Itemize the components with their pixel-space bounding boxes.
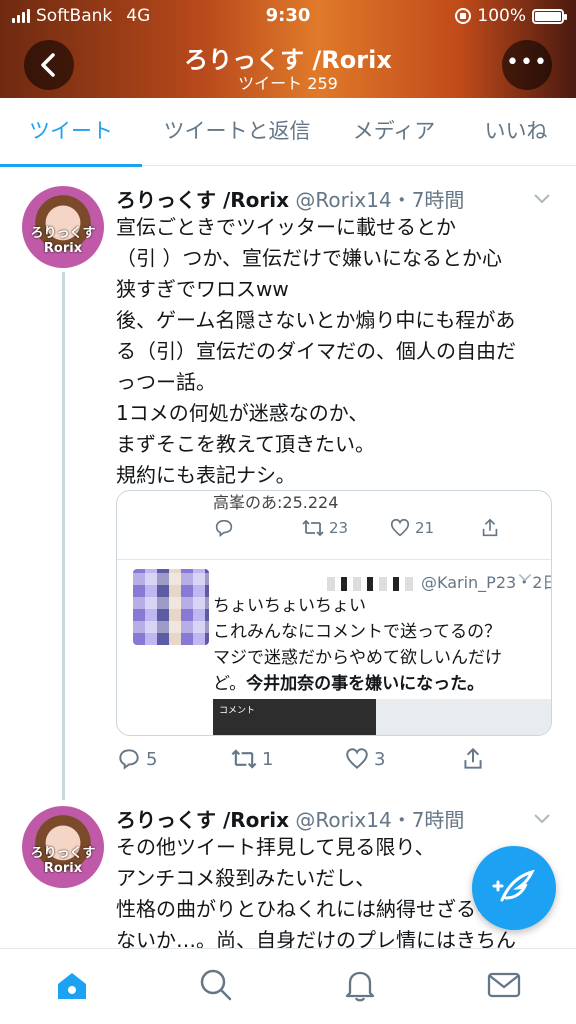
nav-home[interactable] [52,965,92,1005]
quote-retweet: 23 [301,517,348,539]
quoted-chevron [517,569,533,585]
quoted-line: これみんなにコメントで送ってるの？ [213,622,502,642]
quoted-tweet-text: ちょいちょいちょい これみんなにコメントで送ってるの？ マジで迷惑だからやめて欲… [213,593,543,697]
tweet-time: ・7時間 [391,188,465,212]
avatar-text: ろりっくす Rorix [30,846,96,876]
quote-like: 21 [389,517,434,539]
quote-divider [117,559,551,560]
tweet-line: る（引）宣伝だのダイマだの、個人の自由だ [116,339,516,363]
tweet-line: っつー話。 [116,370,216,394]
quote-retweet-count: 23 [329,519,349,537]
chevron-down-icon [518,574,532,582]
tweet-menu-button[interactable] [532,808,552,828]
share-button[interactable] [460,746,486,772]
tweet-author-name[interactable]: ろりっくす /Rorix [116,808,289,832]
tweet-header: ろりっくす /Rorix @Rorix14・7時間 [116,184,464,213]
avatar-text: ろりっくす Rorix [30,226,96,256]
quoted-handle: @Karin_P23 [421,573,517,592]
compose-tweet-button[interactable] [472,846,556,930]
profile-header: SoftBank 4G 9:30 100% ろりっくす /Rorix ツイート … [0,0,576,98]
tweet-line: まずそこを教えて頂きたい。 [116,432,375,456]
avatar[interactable]: ろりっくす Rorix [22,806,104,888]
search-icon [200,969,232,1001]
more-icon: ••• [506,50,548,75]
tab-likes[interactable]: いいね [456,98,576,166]
tweet-author-handle: @Rorix14 [295,808,392,832]
tweet-text: 宣伝ごときでツイッターに載せるとか （引 ）つか、宣伝だけで嫌いになるとか心 狭… [116,212,556,491]
quoted-line: マジで迷惑だからやめて欲しいんだけ [213,648,502,668]
tweet-time: ・7時間 [391,808,465,832]
tweet-line: 宣伝ごときでツイッターに載せるとか [116,215,456,239]
heart-icon [390,518,410,537]
tweet-line: 狭すぎでワロスww [116,277,289,301]
nav-search[interactable] [196,965,236,1005]
tweet-actions: 5 1 3 [116,746,556,776]
reply-count: 5 [146,748,158,770]
reply-icon [215,519,233,537]
retweet-icon [231,749,257,769]
tab-tweets-and-replies[interactable]: ツイートと返信 [142,98,332,166]
profile-tabs: ツイート ツイートと返信 メディア いいね [0,98,576,167]
rotation-lock-icon [455,8,472,24]
quote-share [479,517,501,539]
nav-messages[interactable] [484,965,524,1005]
heart-icon [346,748,368,769]
status-right: 100% [455,6,567,26]
battery-icon [532,8,567,24]
home-icon [58,973,86,999]
reply-button[interactable]: 5 [116,746,157,772]
quote-reply [213,517,235,539]
tweet-author-handle: @Rorix14 [295,188,392,212]
bottom-nav [0,948,576,1024]
quoted-screenshot-image: コメント [213,699,551,735]
chevron-down-icon [534,814,550,824]
quote-like-count: 21 [415,519,435,537]
quote-actions: 23 21 [117,517,551,547]
reply-icon [119,749,139,770]
tweet-line: 規約にも表記ナシ。 [116,463,296,487]
quote-top-text: 高峯のあ:25.224 [213,493,339,512]
tab-tweets[interactable]: ツイート [0,98,142,167]
blurred-name [327,576,417,591]
retweet-count: 1 [262,748,274,770]
avatar[interactable]: ろりっくす Rorix [22,186,104,268]
tweet-author-name[interactable]: ろりっくす /Rorix [116,188,289,212]
share-icon [482,518,498,537]
tweet-menu-button[interactable] [532,188,552,208]
tweet-line: （引 ）つか、宣伝だけで嫌いになるとか心 [116,246,502,270]
thread-line [62,272,65,800]
retweet-icon [302,519,324,537]
tweet-line: 後、ゲーム名隠さないとか煽り中にも程があ [116,308,516,332]
pixelated-avatar [133,569,209,645]
retweet-button[interactable]: 1 [230,746,273,772]
quoted-line: ど。今井加奈の事を嫌いになった。 [213,674,485,694]
status-bar: SoftBank 4G 9:30 100% [0,0,576,32]
quoted-bold-text: 今井加奈の事を嫌いになった。 [246,674,485,694]
image-caption: コメント [219,706,256,716]
more-button[interactable]: ••• [502,40,552,90]
like-button[interactable]: 3 [344,746,385,772]
chevron-down-icon [534,194,550,204]
quoted-image-card[interactable]: 高峯のあ:25.224 23 21 @Karin_P23・2日 [116,490,552,736]
messages-icon [487,972,521,998]
nav-notifications[interactable] [340,965,380,1005]
like-count: 3 [374,748,386,770]
battery-label: 100% [477,6,526,26]
notifications-icon [345,971,375,1002]
quoted-line: ちょいちょいちょい [213,596,366,616]
tweet-count: ツイート 259 [238,74,338,93]
tab-media[interactable]: メディア [332,98,456,166]
tweet-line: 1コメの何処が迷惑なのか、 [116,401,369,425]
compose-tweet-icon [492,869,535,902]
share-icon [464,747,482,769]
tweet-header: ろりっくす /Rorix @Rorix14・7時間 [116,804,464,833]
